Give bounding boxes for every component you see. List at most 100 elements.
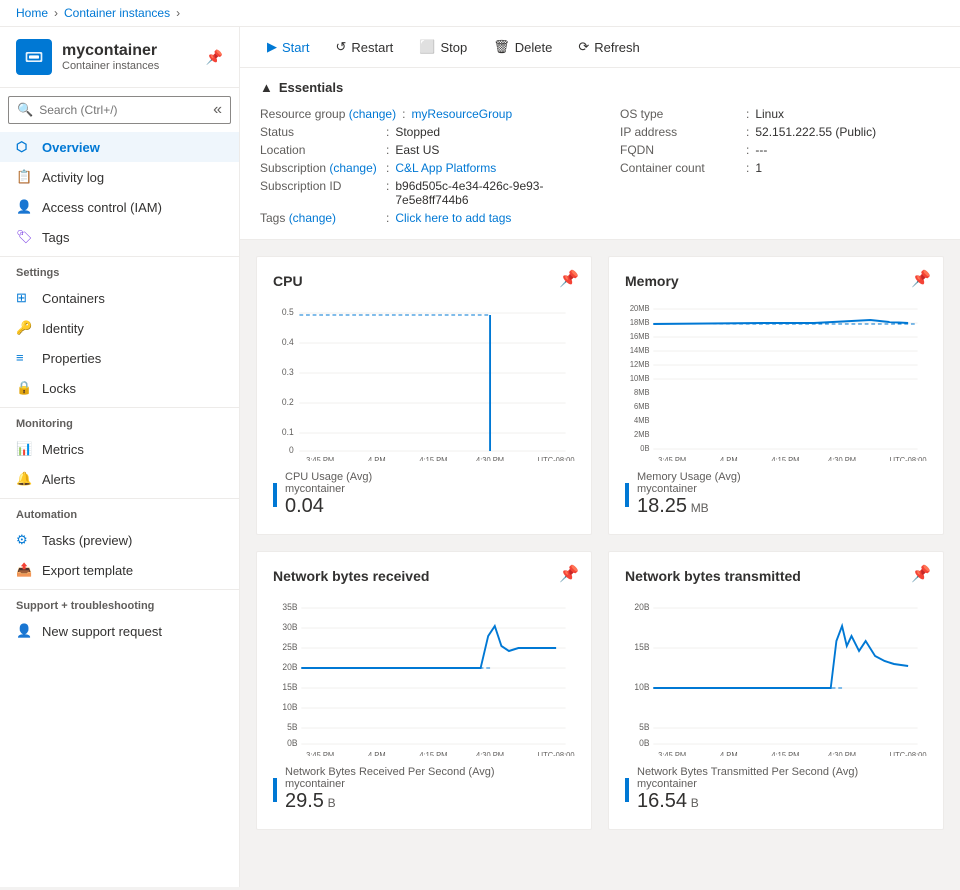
- cpu-legend-bar: [273, 483, 277, 507]
- label-subscription: Subscription (change): [260, 161, 380, 175]
- svg-text:2MB: 2MB: [634, 430, 650, 439]
- essentials-row-tags: Tags (change) : Click here to add tags: [260, 209, 580, 227]
- identity-icon: 🔑: [16, 320, 32, 336]
- sidebar-item-export[interactable]: 📤 Export template: [0, 555, 239, 585]
- refresh-icon: ⟳: [578, 39, 589, 55]
- resource-subtitle: Container instances: [62, 60, 159, 72]
- search-input[interactable]: [39, 103, 207, 117]
- tasks-icon: ⚙: [16, 532, 32, 548]
- breadcrumb-container-instances[interactable]: Container instances: [64, 6, 170, 20]
- essentials-row-fqdn: FQDN : ---: [620, 141, 940, 159]
- main-content: ▶ Start ↺ Restart ⬜ Stop 🗑 Delete ⟳ Refr…: [240, 27, 960, 887]
- svg-text:3:45 PM: 3:45 PM: [658, 456, 686, 461]
- sidebar-item-properties[interactable]: ≡ Properties: [0, 343, 239, 373]
- svg-text:0: 0: [289, 445, 294, 455]
- svg-text:0.2: 0.2: [282, 397, 294, 407]
- sidebar-item-tags[interactable]: 🏷 Tags: [0, 222, 239, 252]
- memory-pin-button[interactable]: 📌: [911, 269, 931, 289]
- refresh-button[interactable]: ⟳ Refresh: [567, 33, 650, 61]
- memory-chart-legend: Memory Usage (Avg) mycontainer 18.25 MB: [625, 471, 927, 518]
- sidebar-item-tasks-label: Tasks (preview): [42, 533, 132, 548]
- essentials-header[interactable]: ▲ Essentials: [260, 80, 940, 95]
- sidebar-item-identity-label: Identity: [42, 321, 84, 336]
- pin-icon[interactable]: 📌: [206, 49, 223, 66]
- value-sub-id: b96d505c-4e34-426c-9e93-7e5e8ff744b6: [395, 179, 580, 207]
- value-resource-group[interactable]: myResourceGroup: [411, 107, 512, 121]
- search-box[interactable]: 🔍 «: [8, 96, 231, 124]
- sidebar-item-overview[interactable]: ⬡ Overview: [0, 132, 239, 162]
- svg-text:4:30 PM: 4:30 PM: [476, 751, 504, 756]
- start-button[interactable]: ▶ Start: [256, 33, 320, 61]
- svg-text:5B: 5B: [287, 722, 298, 732]
- sidebar-item-alerts[interactable]: 🔔 Alerts: [0, 464, 239, 494]
- label-status: Status: [260, 125, 380, 139]
- svg-text:20B: 20B: [634, 602, 649, 612]
- collapse-sidebar-btn[interactable]: «: [213, 101, 222, 119]
- cpu-legend-value: 0.04: [285, 495, 324, 517]
- svg-text:4:15 PM: 4:15 PM: [771, 751, 799, 756]
- change-rg-link[interactable]: (change): [349, 107, 396, 121]
- svg-text:3:45 PM: 3:45 PM: [306, 456, 334, 461]
- svg-text:16MB: 16MB: [630, 332, 650, 341]
- sidebar-item-containers-label: Containers: [42, 291, 105, 306]
- net-recv-pin-button[interactable]: 📌: [559, 564, 579, 584]
- change-sub-link[interactable]: (change): [329, 161, 376, 175]
- label-tags: Tags (change): [260, 211, 380, 225]
- memory-chart: 20MB 18MB 16MB 14MB 12MB 10MB 8MB 6MB 4M…: [625, 301, 927, 461]
- sidebar-item-metrics[interactable]: 📊 Metrics: [0, 434, 239, 464]
- cpu-pin-button[interactable]: 📌: [559, 269, 579, 289]
- svg-text:UTC-08:00: UTC-08:00: [890, 456, 927, 461]
- svg-text:3:45 PM: 3:45 PM: [658, 751, 686, 756]
- net-trans-pin-button[interactable]: 📌: [911, 564, 931, 584]
- stop-icon: ⬜: [419, 39, 435, 55]
- value-location: East US: [395, 143, 439, 157]
- value-subscription[interactable]: C&L App Platforms: [395, 161, 496, 175]
- value-status: Stopped: [395, 125, 440, 139]
- sidebar-item-identity[interactable]: 🔑 Identity: [0, 313, 239, 343]
- breadcrumb-home[interactable]: Home: [16, 6, 48, 20]
- svg-text:8MB: 8MB: [634, 388, 650, 397]
- section-support: Support + troubleshooting: [0, 589, 239, 616]
- svg-text:25B: 25B: [282, 642, 297, 652]
- section-settings: Settings: [0, 256, 239, 283]
- net-trans-chart: 20B 15B 10B 5B 0B: [625, 596, 927, 756]
- net-trans-legend-label: Network Bytes Transmitted Per Second (Av…: [637, 766, 858, 778]
- essentials-right: OS type : Linux IP address : 52.151.222.…: [620, 105, 940, 227]
- breadcrumb-sep1: ›: [54, 6, 58, 20]
- net-trans-chart-title: Network bytes transmitted: [625, 568, 927, 584]
- charts-row-2: Network bytes received 📌 35B 30B 25B 20B…: [256, 551, 944, 830]
- sidebar-item-locks[interactable]: 🔒 Locks: [0, 373, 239, 403]
- charts-area: CPU 📌 0.5 0.4 0.3 0.2 0.1 0: [240, 240, 960, 887]
- net-recv-legend-value: 29.5: [285, 790, 324, 812]
- cpu-chart-legend: CPU Usage (Avg) mycontainer 0.04: [273, 471, 575, 518]
- cpu-legend-label: CPU Usage (Avg): [285, 471, 372, 483]
- change-tags-link[interactable]: (change): [289, 211, 336, 225]
- net-recv-chart-legend: Network Bytes Received Per Second (Avg) …: [273, 766, 575, 813]
- sidebar-item-access-control[interactable]: 👤 Access control (IAM): [0, 192, 239, 222]
- sidebar-item-access-control-label: Access control (IAM): [42, 200, 162, 215]
- restart-button[interactable]: ↺ Restart: [324, 33, 404, 61]
- label-os-type: OS type: [620, 107, 740, 121]
- value-tags[interactable]: Click here to add tags: [395, 211, 511, 225]
- svg-text:UTC-08:00: UTC-08:00: [538, 751, 575, 756]
- svg-text:35B: 35B: [282, 602, 297, 612]
- sidebar-item-containers[interactable]: ⊞ Containers: [0, 283, 239, 313]
- svg-text:4:30 PM: 4:30 PM: [828, 751, 856, 756]
- svg-text:4:15 PM: 4:15 PM: [419, 456, 447, 461]
- svg-text:4 PM: 4 PM: [368, 751, 386, 756]
- essentials-row-status: Status : Stopped: [260, 123, 580, 141]
- memory-legend-label: Memory Usage (Avg): [637, 471, 741, 483]
- sidebar-item-new-support[interactable]: 👤 New support request: [0, 616, 239, 646]
- stop-button[interactable]: ⬜ Stop: [408, 33, 478, 61]
- label-container-count: Container count: [620, 161, 740, 175]
- cpu-chart-title: CPU: [273, 273, 575, 289]
- sidebar-item-tasks[interactable]: ⚙ Tasks (preview): [0, 525, 239, 555]
- memory-legend-text-group: Memory Usage (Avg) mycontainer 18.25 MB: [637, 471, 741, 518]
- cpu-chart-svg: 0.5 0.4 0.3 0.2 0.1 0: [273, 301, 575, 461]
- svg-text:0.1: 0.1: [282, 427, 294, 437]
- cpu-chart: 0.5 0.4 0.3 0.2 0.1 0: [273, 301, 575, 461]
- restart-label: Restart: [351, 40, 393, 55]
- net-recv-chart-title: Network bytes received: [273, 568, 575, 584]
- sidebar-item-activity-log[interactable]: 📋 Activity log: [0, 162, 239, 192]
- delete-button[interactable]: 🗑 Delete: [482, 33, 563, 61]
